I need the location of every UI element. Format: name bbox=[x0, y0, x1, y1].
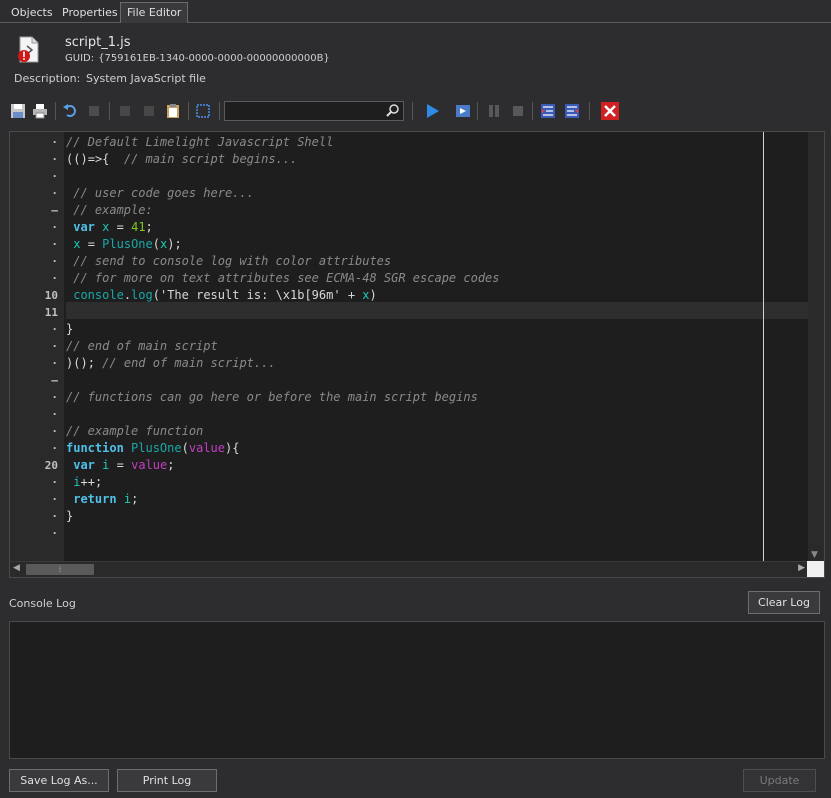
code-line[interactable]: (()=>{ // main script begins... bbox=[66, 151, 297, 168]
code-line[interactable]: var i = value; bbox=[66, 457, 174, 474]
code-line[interactable]: )(); // end of main script... bbox=[66, 355, 276, 372]
code-line[interactable]: // send to console log with color attrib… bbox=[66, 253, 391, 270]
code-line[interactable]: // example: bbox=[66, 202, 152, 219]
line-marker: · bbox=[51, 493, 58, 506]
description-value: System JavaScript file bbox=[86, 72, 206, 85]
line-marker: · bbox=[51, 255, 58, 268]
redo-icon[interactable] bbox=[84, 101, 104, 121]
scroll-right-icon[interactable]: ▶ bbox=[798, 563, 805, 573]
vertical-scrollbar[interactable]: ▼ bbox=[808, 132, 824, 562]
search-icon[interactable] bbox=[385, 103, 401, 119]
description-label: Description: bbox=[14, 72, 81, 85]
save-icon[interactable] bbox=[8, 101, 28, 121]
line-marker: · bbox=[51, 425, 58, 438]
save-log-as-button[interactable]: Save Log As... bbox=[9, 769, 109, 792]
paste-icon[interactable] bbox=[163, 101, 183, 121]
file-name: script_1.js bbox=[65, 35, 131, 50]
select-all-icon[interactable] bbox=[193, 101, 213, 121]
line-marker: · bbox=[51, 340, 58, 353]
tab-objects[interactable]: Objects bbox=[5, 3, 59, 22]
line-marker: · bbox=[51, 187, 58, 200]
line-marker: 10 bbox=[44, 289, 58, 302]
line-marker: 20 bbox=[44, 459, 58, 472]
editor-toolbar bbox=[0, 98, 831, 126]
code-line[interactable]: console.log('The result is: \x1b[96m' + … bbox=[66, 287, 377, 304]
console-log-label: Console Log bbox=[9, 597, 76, 610]
code-area[interactable]: // Default Limelight Javascript Shell(()… bbox=[66, 132, 809, 562]
line-marker: · bbox=[51, 272, 58, 285]
javascript-file-icon bbox=[17, 36, 41, 64]
guid-row: GUID: {759161EB-1340-0000-0000-0000000000… bbox=[65, 53, 330, 64]
line-marker: · bbox=[51, 527, 58, 540]
search-input[interactable] bbox=[224, 101, 404, 121]
code-line[interactable]: return i; bbox=[66, 491, 138, 508]
line-marker: · bbox=[51, 136, 58, 149]
code-line[interactable]: // for more on text attributes see ECMA-… bbox=[66, 270, 499, 287]
update-button[interactable]: Update bbox=[743, 769, 816, 792]
horizontal-scrollbar[interactable]: ◀ ⁞ ▶ bbox=[10, 561, 808, 577]
tab-properties[interactable]: Properties bbox=[56, 3, 124, 22]
code-line[interactable]: // example function bbox=[66, 423, 203, 440]
description-row: Description: System JavaScript file bbox=[14, 72, 206, 85]
code-line[interactable]: i++; bbox=[66, 474, 102, 491]
horizontal-scroll-thumb[interactable]: ⁞ bbox=[26, 564, 94, 575]
console-log-output[interactable] bbox=[9, 621, 825, 759]
right-margin-guide bbox=[763, 132, 764, 562]
line-marker: – bbox=[51, 204, 58, 217]
scrollbar-corner bbox=[807, 561, 824, 577]
tab-file-editor[interactable]: File Editor bbox=[120, 2, 189, 23]
cut-icon[interactable] bbox=[115, 101, 135, 121]
line-marker: · bbox=[51, 357, 58, 370]
code-line[interactable]: // Default Limelight Javascript Shell bbox=[66, 134, 333, 151]
guid-value: {759161EB-1340-0000-0000-00000000000B} bbox=[98, 53, 330, 64]
line-marker: 11 bbox=[44, 306, 58, 319]
line-marker: · bbox=[51, 476, 58, 489]
print-log-button[interactable]: Print Log bbox=[117, 769, 217, 792]
code-line[interactable]: } bbox=[66, 321, 73, 338]
line-marker: – bbox=[51, 374, 58, 387]
line-marker: · bbox=[51, 408, 58, 421]
scroll-down-icon[interactable]: ▼ bbox=[811, 550, 818, 560]
print-icon[interactable] bbox=[30, 101, 50, 121]
line-marker: · bbox=[51, 510, 58, 523]
code-line[interactable]: // end of main script bbox=[66, 338, 218, 355]
code-line[interactable]: // user code goes here... bbox=[66, 185, 254, 202]
line-marker: · bbox=[51, 323, 58, 336]
current-line-highlight bbox=[66, 302, 809, 319]
line-marker: · bbox=[51, 238, 58, 251]
code-line[interactable]: // functions can go here or before the m… bbox=[66, 389, 478, 406]
line-marker: · bbox=[51, 442, 58, 455]
scroll-left-icon[interactable]: ◀ bbox=[13, 563, 20, 573]
guid-label: GUID: bbox=[65, 53, 95, 64]
line-number-gutter: · · · · – · · · · 10 11 · · · – · · · · 20 · · · · bbox=[10, 132, 64, 562]
line-marker: · bbox=[51, 170, 58, 183]
code-line[interactable]: var x = 41; bbox=[66, 219, 153, 236]
code-editor[interactable]: · · · · – · · · · 10 11 · · · – · · · · 20 · · · · // Default L… bbox=[9, 131, 825, 578]
copy-icon[interactable] bbox=[139, 101, 159, 121]
line-marker: · bbox=[51, 391, 58, 404]
code-line[interactable]: x = PlusOne(x); bbox=[66, 236, 181, 253]
line-marker: · bbox=[51, 153, 58, 166]
clear-log-button[interactable]: Clear Log bbox=[748, 591, 820, 614]
tab-bar: Objects Properties File Editor bbox=[0, 0, 831, 23]
undo-icon[interactable] bbox=[60, 101, 80, 121]
code-line[interactable]: function PlusOne(value){ bbox=[66, 440, 239, 457]
code-line[interactable]: } bbox=[66, 508, 73, 525]
line-marker: · bbox=[51, 221, 58, 234]
